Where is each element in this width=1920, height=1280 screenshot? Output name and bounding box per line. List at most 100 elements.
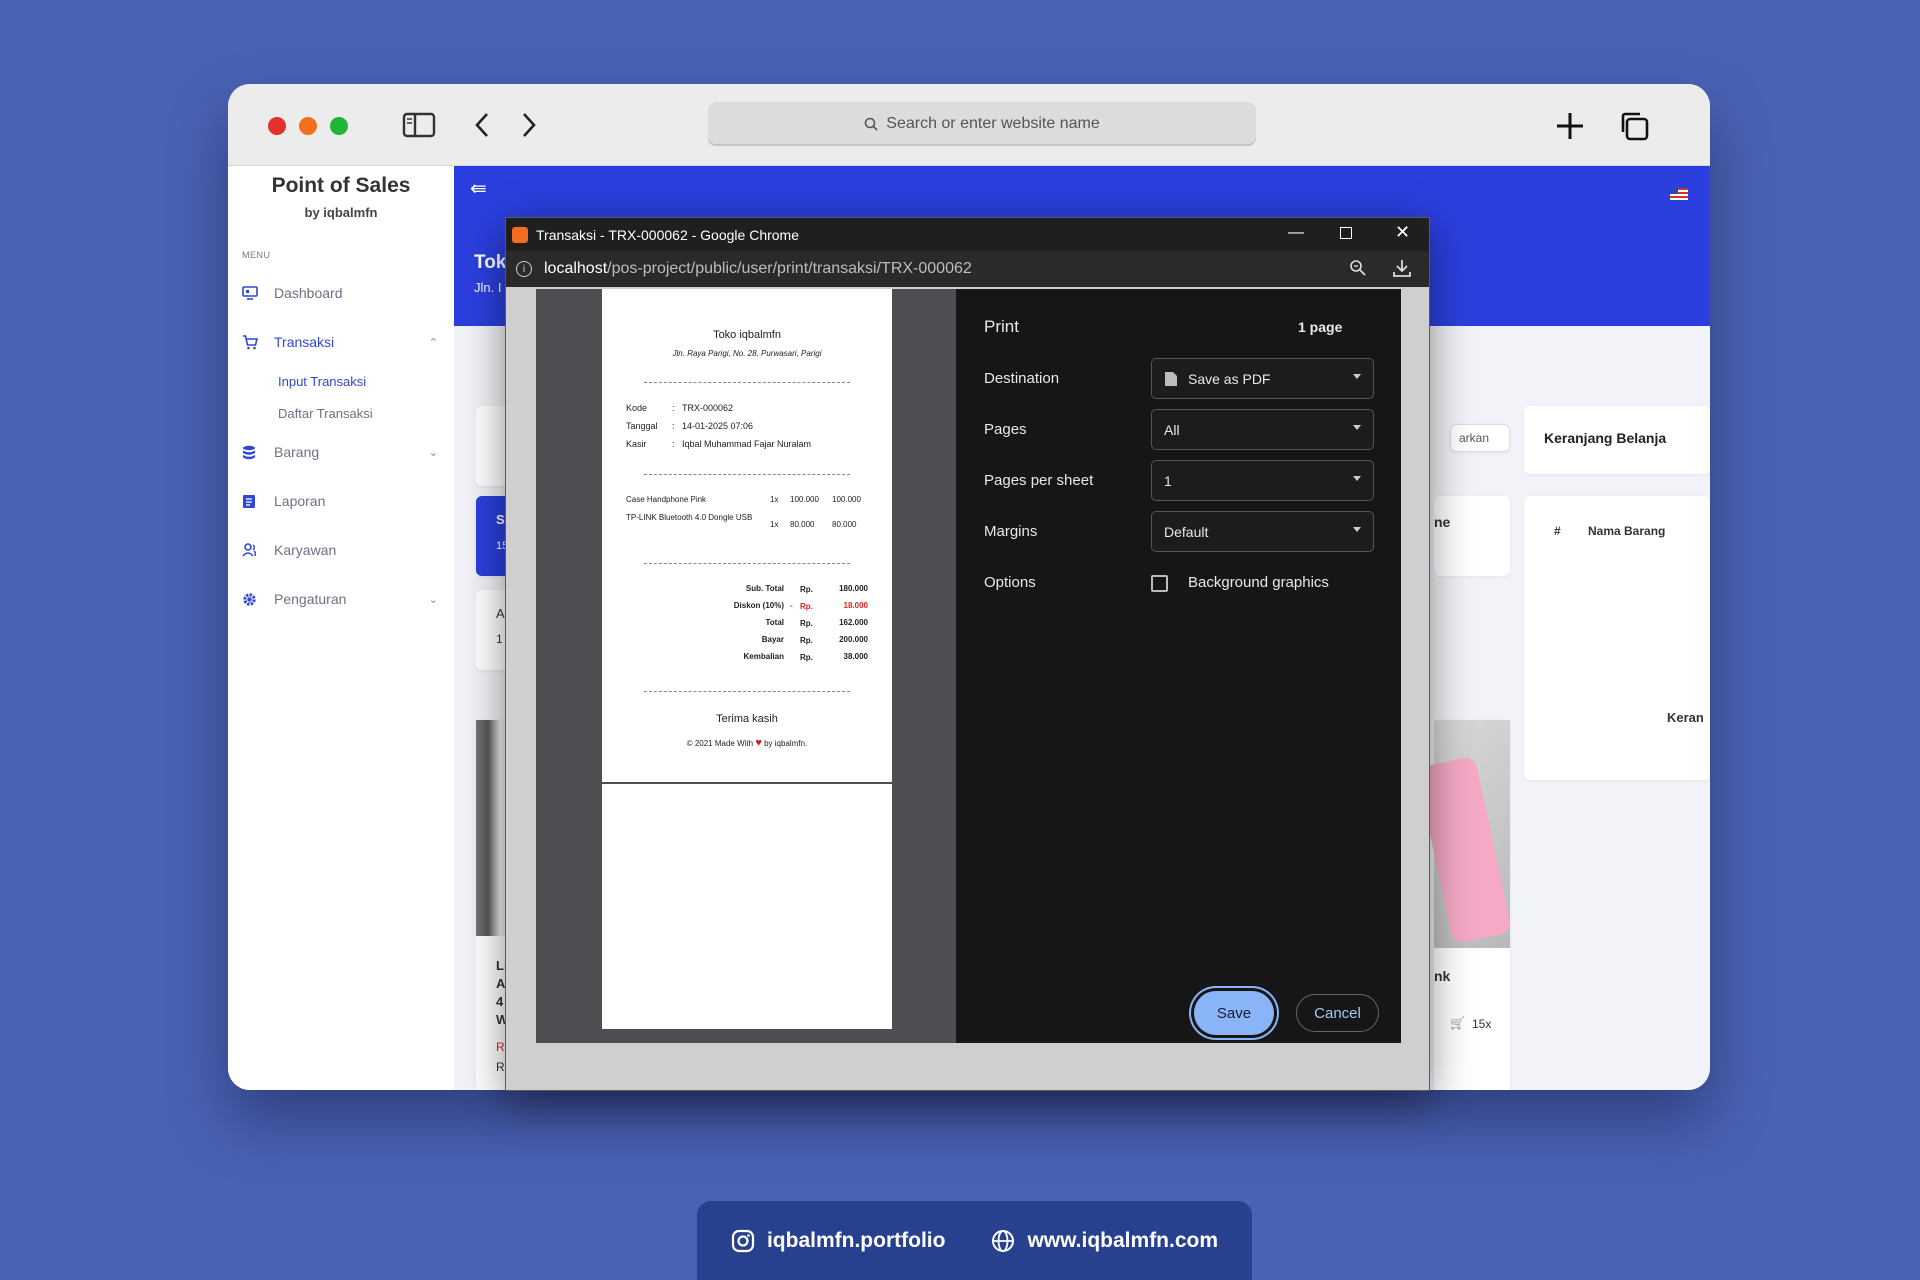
receipt-footer-post: by iqbalmfn. <box>764 739 808 748</box>
popup-url-bar[interactable]: i localhost /pos-project/public/user/pri… <box>506 251 1429 287</box>
options-label: Options <box>984 574 1036 591</box>
kembalian-label: Kembalian <box>743 652 784 661</box>
receipt-divider <box>644 691 850 692</box>
kode-value: TRX-000062 <box>682 403 734 413</box>
sort-select-label: arkan <box>1459 431 1490 445</box>
diskon-sign: - <box>790 601 793 610</box>
kode-label: Kode <box>626 403 648 413</box>
maximize-window-dot[interactable] <box>330 117 348 135</box>
rp-label: Rp. <box>800 602 813 611</box>
menu-section-label: MENU <box>242 250 271 260</box>
tab-overview-icon[interactable] <box>1618 110 1650 142</box>
print-heading: Print <box>984 317 1019 336</box>
product-image <box>1415 720 1513 948</box>
pages-per-sheet-label: Pages per sheet <box>984 472 1094 489</box>
instagram-link[interactable]: iqbalmfn.portfolio <box>731 1229 945 1253</box>
back-icon[interactable] <box>472 112 492 138</box>
download-icon[interactable] <box>1392 258 1412 283</box>
cart-table-card: # Nama Barang Keran <box>1524 496 1710 780</box>
brand-title: Point of Sales <box>271 174 411 197</box>
minimize-window-dot[interactable] <box>299 117 317 135</box>
item-name: Case Handphone Pink <box>626 495 707 504</box>
sidebar-item-label: Dashboard <box>274 285 343 301</box>
sidebar-subitem-input-transaksi[interactable]: Input Transaksi <box>278 374 366 389</box>
sidebar-toggle-icon[interactable] <box>402 112 436 138</box>
forward-icon[interactable] <box>519 112 539 138</box>
sidebar-item-dashboard[interactable]: Dashboard <box>242 280 442 306</box>
print-preview: Toko iqbalmfn Jln. Raya Parigi, No. 28, … <box>536 289 956 1043</box>
url-host: localhost <box>544 260 608 277</box>
pages-value: All <box>1164 421 1180 438</box>
diskon-label: Diskon (10%) <box>733 601 784 610</box>
dropdown-arrow-icon <box>1353 425 1361 430</box>
dropdown-arrow-icon <box>1353 374 1361 379</box>
destination-value: Save as PDF <box>1188 370 1271 387</box>
sidebar-item-label: Karyawan <box>274 542 337 558</box>
save-button[interactable]: Save <box>1194 991 1274 1035</box>
search-icon <box>864 117 878 131</box>
margins-select[interactable]: Default <box>1151 511 1374 552</box>
bayar-label: Bayar <box>761 635 784 644</box>
background-graphics-checkbox[interactable] <box>1151 575 1168 592</box>
item-name: TP-LINK Bluetooth 4.0 Dongle USB <box>626 513 753 522</box>
destination-select[interactable]: Save as PDF <box>1151 358 1374 399</box>
popup-title-bar: Transaksi - TRX-000062 - Google Chrome —… <box>506 218 1429 251</box>
popup-title: Transaksi - TRX-000062 - Google Chrome <box>536 226 799 243</box>
close-window-dot[interactable] <box>268 117 286 135</box>
chevron-down-icon: ⌄ <box>428 593 438 606</box>
receipt-footer: © 2021 Made With ♥ by iqbalmfn. <box>602 737 892 749</box>
chevron-up-icon: ⌃ <box>428 336 438 349</box>
sidebar-item-karyawan[interactable]: Karyawan <box>242 537 442 563</box>
product-frag: ne <box>1434 514 1451 530</box>
colon: : <box>672 403 675 413</box>
cart-icon <box>242 334 264 350</box>
website-link[interactable]: www.iqbalmfn.com <box>991 1229 1218 1253</box>
product-frag: nk <box>1434 968 1451 984</box>
cancel-button[interactable]: Cancel <box>1296 994 1379 1032</box>
product-frag: A <box>496 976 506 991</box>
total-value: 162.000 <box>839 618 868 627</box>
print-popup-window: Transaksi - TRX-000062 - Google Chrome —… <box>505 217 1430 1091</box>
tanggal-label: Tanggal <box>626 421 658 431</box>
minimize-icon[interactable]: — <box>1288 224 1304 242</box>
pages-per-sheet-value: 1 <box>1164 472 1172 489</box>
preview-page-1: Toko iqbalmfn Jln. Raya Parigi, No. 28, … <box>602 289 892 782</box>
margins-label: Margins <box>984 523 1038 540</box>
item-total: 100.000 <box>832 495 861 504</box>
receipt-divider <box>644 563 850 564</box>
collapse-sidebar-icon[interactable]: ⇚ <box>470 176 487 201</box>
sidebar-item-label: Transaksi <box>274 334 335 350</box>
rp-label: Rp. <box>800 653 813 662</box>
close-icon[interactable]: ✕ <box>1395 222 1410 243</box>
sidebar-item-pengaturan[interactable]: Pengaturan ⌄ <box>242 586 442 612</box>
margins-value: Default <box>1164 523 1209 540</box>
sidebar-item-barang[interactable]: Barang ⌄ <box>242 439 442 465</box>
pages-per-sheet-select[interactable]: 1 <box>1151 460 1374 501</box>
maximize-icon[interactable] <box>1340 227 1352 239</box>
zoom-icon[interactable] <box>1349 259 1367 282</box>
rp-label: Rp. <box>800 636 813 645</box>
app-icon <box>512 226 528 243</box>
preview-page-2 <box>602 784 892 1029</box>
sidebar-subitem-daftar-transaksi[interactable]: Daftar Transaksi <box>278 406 373 421</box>
page-count: 1 page <box>1298 319 1343 335</box>
monitor-icon <box>242 286 264 300</box>
sort-select[interactable]: arkan <box>1450 424 1510 452</box>
pages-select[interactable]: All <box>1151 409 1374 450</box>
us-flag-icon[interactable] <box>1670 188 1688 200</box>
sidebar-item-transaksi[interactable]: Transaksi ⌃ <box>242 329 442 355</box>
rp-label: Rp. <box>800 619 813 628</box>
heart-icon: ♥ <box>755 737 762 749</box>
report-icon <box>242 494 264 509</box>
website-url: www.iqbalmfn.com <box>1027 1228 1219 1252</box>
product-card-right[interactable]: nk 🛒 15x <box>1415 720 1513 1090</box>
subtotal-value: 180.000 <box>839 584 868 593</box>
cart-small-icon: 🛒 <box>1450 1016 1465 1030</box>
summary-frag: S <box>496 512 505 527</box>
store-address: Jln. I <box>474 280 502 295</box>
address-bar[interactable]: Search or enter website name <box>708 102 1256 146</box>
new-tab-icon[interactable] <box>1554 110 1586 142</box>
sidebar-item-laporan[interactable]: Laporan <box>242 488 442 514</box>
info-icon[interactable]: i <box>516 261 532 277</box>
kasir-label: Kasir <box>626 439 647 449</box>
